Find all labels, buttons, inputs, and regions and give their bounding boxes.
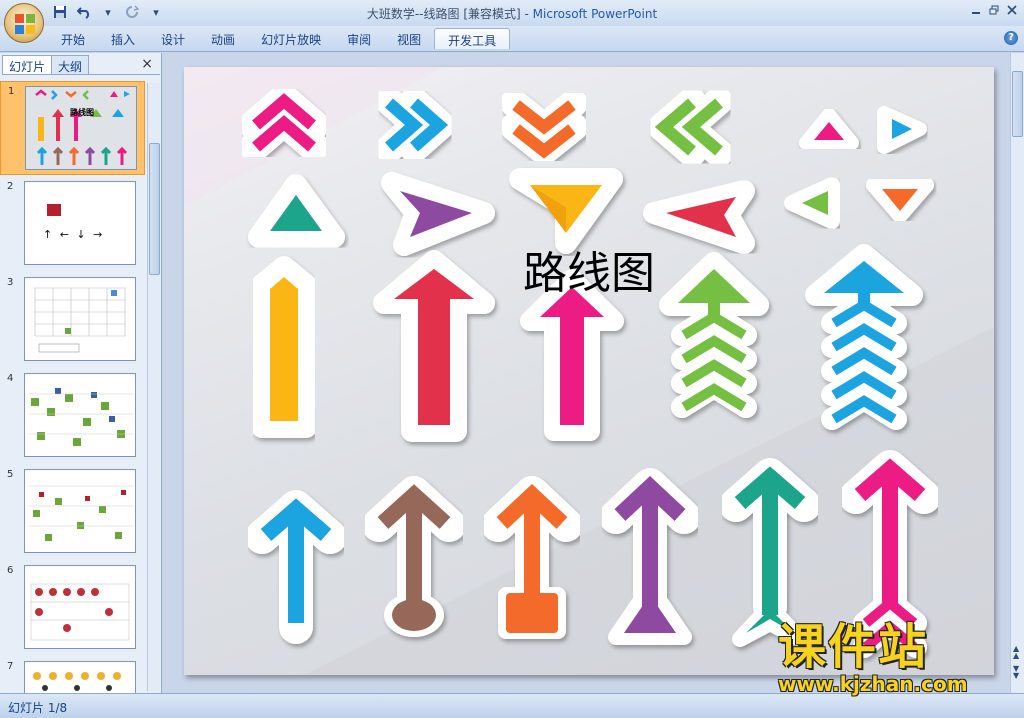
- thumbnail-arrows-art: [35, 89, 130, 165]
- small-triangle-left-green-icon: [784, 177, 840, 229]
- thumbnail-caption: 路线图: [70, 108, 94, 117]
- title-bar: ▾ ▾ 大班数学--线路图 [兼容模式] - Microsoft PowerPo…: [0, 0, 1024, 43]
- slide-thumbnail-6[interactable]: 6: [0, 561, 145, 655]
- thumbnail-number: 4: [7, 373, 14, 384]
- arrow-up-pink-icon: [520, 269, 624, 441]
- thumbnail-grid-art: [34, 287, 126, 353]
- next-slide-icon[interactable]: ▼ ▼: [1013, 665, 1019, 680]
- arrowhead-down-yellow-icon: [509, 168, 623, 254]
- thumbnail-grid-art: [30, 583, 130, 641]
- office-button[interactable]: [4, 3, 44, 43]
- slide-title[interactable]: 路线图: [184, 237, 994, 301]
- slide-thumbnail-5[interactable]: 5: [0, 465, 145, 559]
- thumbnail-preview: 路线图: [25, 86, 137, 170]
- thumbnail-number: 5: [7, 469, 14, 480]
- thumbnail-number: 7: [7, 661, 14, 672]
- tab-animations[interactable]: 动画: [198, 28, 248, 49]
- slide-editor: 路线图 ▲ ▲ ▼ ▼: [163, 53, 1024, 693]
- tab-view[interactable]: 视图: [384, 28, 434, 49]
- thumbnail-dots-art: [33, 672, 121, 691]
- tab-slideshow[interactable]: 幻灯片放映: [248, 28, 334, 49]
- office-logo-icon: [15, 14, 35, 34]
- double-chevron-down-orange-icon: [500, 89, 588, 165]
- arrow-up-blue-icon: [245, 490, 347, 644]
- small-triangle-up-pink-icon: [799, 108, 859, 150]
- restore-icon[interactable]: [986, 3, 1002, 17]
- double-chevron-up-pink-icon: [239, 84, 329, 162]
- main-scrollbar[interactable]: ▲ ▲ ▼ ▼: [1010, 53, 1024, 693]
- arrowhead-right-purple-icon: [381, 172, 495, 256]
- title-separator: -: [520, 7, 533, 21]
- window-title: 大班数学--线路图 [兼容模式] - Microsoft PowerPoint: [0, 5, 1024, 22]
- slide-thumbnail-2[interactable]: 2 ↑ ← ↓ →: [0, 177, 145, 271]
- tab-outline[interactable]: 大纲: [51, 55, 90, 74]
- tab-insert[interactable]: 插入: [98, 28, 148, 49]
- thumbnail-trees-art: [29, 485, 133, 541]
- thumbnail-number: 1: [8, 86, 15, 97]
- thumbnail-list: 1 路线图 2 ↑ ← ↓ → 3 4 5 6 7: [0, 79, 145, 693]
- thumbnail-preview: [24, 277, 136, 361]
- panel-close-icon[interactable]: ×: [141, 56, 153, 72]
- arrows-art: [184, 67, 994, 675]
- ribbon: 开始 插入 设计 动画 幻灯片放映 审阅 视图 开发工具 ?: [0, 26, 1024, 52]
- slide-thumbnail-1[interactable]: 1 路线图: [0, 81, 145, 175]
- window-controls: [968, 3, 1020, 17]
- help-icon[interactable]: ?: [1004, 31, 1018, 45]
- slides-panel: 幻灯片 大纲 × 1 路线图 2 ↑ ← ↓ → 3 4 5 6 7: [0, 53, 162, 693]
- slide-thumbnail-4[interactable]: 4: [0, 369, 145, 463]
- tab-developer[interactable]: 开发工具: [434, 28, 511, 49]
- double-chevron-left-green-icon: [648, 87, 733, 167]
- triangle-up-teal-icon: [248, 174, 345, 248]
- thumbnail-number: 3: [7, 277, 14, 288]
- minimize-icon[interactable]: [968, 3, 984, 17]
- tab-review[interactable]: 审阅: [334, 28, 384, 49]
- app-name: Microsoft PowerPoint: [532, 7, 658, 21]
- main-scroll-thumb[interactable]: [1012, 71, 1023, 137]
- thumbnail-number: 6: [7, 565, 14, 576]
- thumbnail-preview: ↑ ← ↓ →: [24, 181, 136, 265]
- small-triangle-down-orange-icon: [866, 177, 934, 223]
- slide-thumbnail-3[interactable]: 3: [0, 273, 145, 367]
- watermark-name: 课件站: [778, 619, 929, 675]
- double-chevron-right-blue-icon: [375, 87, 455, 163]
- panel-scrollbar[interactable]: [147, 83, 160, 691]
- thumbnail-trees-art: [29, 388, 133, 446]
- tab-slides[interactable]: 幻灯片: [2, 55, 53, 74]
- red-arrow-icon: [47, 204, 61, 216]
- thumbnail-preview: [24, 469, 136, 553]
- thumbnail-preview: [24, 565, 136, 649]
- thumbnail-arrows-text: ↑ ← ↓ →: [43, 228, 105, 241]
- arrow-up-brown-icon: [362, 476, 466, 637]
- status-bar: 幻灯片 1/8: [0, 693, 1024, 718]
- prev-slide-icon[interactable]: ▲ ▲: [1013, 645, 1019, 660]
- small-triangle-right-blue-icon: [877, 106, 927, 154]
- watermark-url: www.kjzhan.com: [778, 672, 968, 696]
- close-icon[interactable]: [1004, 3, 1020, 17]
- arrowhead-left-red-icon: [643, 180, 755, 254]
- tab-home[interactable]: 开始: [48, 28, 98, 49]
- slide-canvas[interactable]: 路线图: [184, 67, 994, 675]
- slide-thumbnail-7[interactable]: 7: [0, 657, 145, 693]
- panel-scroll-thumb[interactable]: [149, 143, 160, 275]
- panel-tabs: 幻灯片 大纲: [2, 55, 160, 75]
- thumbnail-preview: [24, 661, 136, 693]
- document-title: 大班数学--线路图 [兼容模式]: [366, 7, 521, 21]
- ribbon-tabs: 开始 插入 设计 动画 幻灯片放映 审阅 视图 开发工具: [48, 28, 511, 49]
- tab-design[interactable]: 设计: [148, 28, 198, 49]
- thumbnail-preview: [24, 373, 136, 457]
- watermark: 课件站 www.kjzhan.com: [778, 622, 1008, 696]
- thumbnail-number: 2: [7, 181, 14, 192]
- slide-counter: 幻灯片 1/8: [8, 701, 68, 715]
